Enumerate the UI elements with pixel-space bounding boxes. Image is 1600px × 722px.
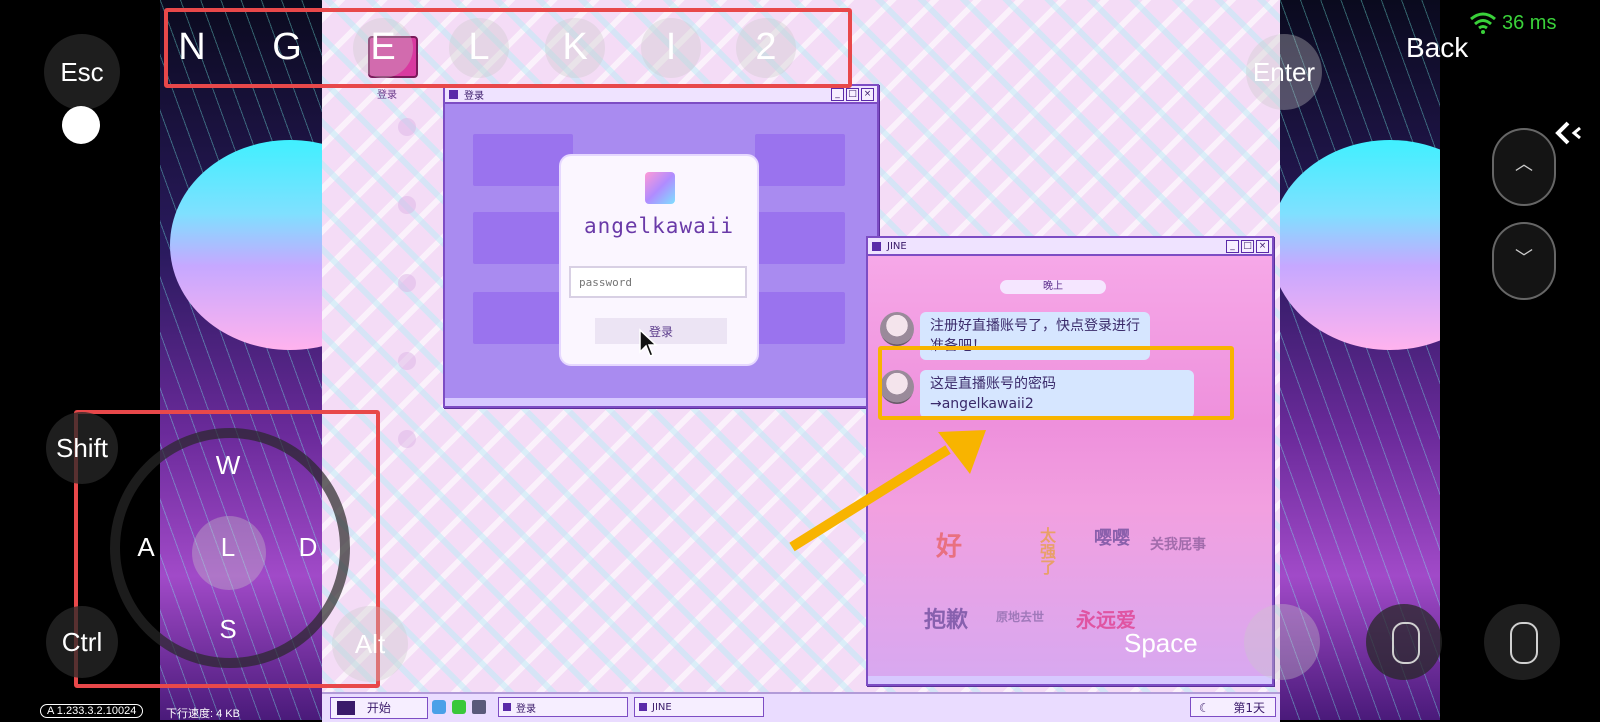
password-message-highlight [878, 346, 1234, 420]
avatar [880, 312, 914, 346]
faint-desktop-icon[interactable] [398, 274, 416, 292]
hotkey-l[interactable]: L [449, 26, 509, 69]
joystick-center-label: L [220, 532, 236, 562]
taskbar-task-label: 登录 [516, 703, 536, 715]
chevron-up-icon: ︿ [1515, 154, 1533, 175]
left-click-button[interactable] [1366, 604, 1442, 680]
wifi-icon [1470, 12, 1496, 34]
time-chip: 晚上 [1000, 280, 1106, 294]
login-window-title: 登录 [464, 90, 484, 102]
hotkey-2[interactable]: 2 [736, 26, 796, 69]
mouse-cursor-icon [639, 328, 658, 357]
avatar [645, 172, 675, 204]
jine-window-titlebar[interactable]: JINE _ □ × [868, 238, 1272, 256]
sticker[interactable]: 好 [936, 526, 962, 563]
sticker[interactable]: 太强了 [1040, 528, 1060, 576]
right-click-button[interactable] [1484, 604, 1560, 680]
taskbar-task-login[interactable]: 登录 [498, 697, 628, 717]
hotkey-k[interactable]: K [545, 26, 605, 69]
hotkey-e[interactable]: E [353, 26, 413, 69]
space-button[interactable]: Space [1124, 628, 1198, 659]
sticker[interactable]: 原地去世 [996, 608, 1044, 625]
arrow-head-icon [938, 430, 986, 474]
quick-launch-twitter-icon[interactable] [432, 700, 446, 714]
close-button[interactable]: × [861, 87, 874, 101]
sticker-panel: 好 太强了 嘤嘤 关我屁事 抱歉 原地去世 永远爱 [868, 516, 1272, 676]
joystick-right-label: D [298, 532, 318, 562]
login-window-body: angelkawaii 登录 [445, 104, 877, 398]
login-window: 登录 _ □ × angelkawaii 登录 [443, 84, 879, 408]
day-indicator: ☾ 第1天 [1190, 697, 1276, 717]
minimize-button[interactable]: _ [1226, 239, 1239, 253]
close-button[interactable]: × [1256, 239, 1269, 253]
moon-icon: ☾ [1199, 701, 1210, 715]
start-icon [337, 701, 355, 715]
window-icon [449, 89, 458, 99]
faint-desktop-icon[interactable] [398, 118, 416, 136]
window-icon [503, 703, 511, 711]
joystick-up-label: W [215, 450, 241, 480]
joystick-left-label: A [137, 532, 155, 562]
jine-window-title: JINE [887, 240, 907, 252]
shift-button[interactable]: Shift [46, 412, 118, 484]
start-button-label: 开始 [366, 701, 391, 715]
mouse-icon [1510, 622, 1538, 664]
enter-button[interactable]: Enter [1246, 34, 1322, 110]
taskbar-task-jine[interactable]: JINE [634, 697, 764, 717]
login-button[interactable]: 登录 [595, 318, 727, 344]
download-speed-text: 下行速度: 4 KB [166, 708, 240, 720]
password-input[interactable] [569, 266, 747, 298]
sticker[interactable]: 抱歉 [924, 602, 968, 634]
login-desktop-icon-label: 登录 [377, 90, 397, 101]
space-bg [1244, 604, 1320, 680]
mouse-icon [1392, 622, 1420, 664]
day-label: 第1天 [1233, 701, 1265, 715]
joystick-down-label: S [219, 614, 237, 644]
sticker[interactable]: 嘤嘤 [1094, 524, 1130, 550]
login-card: angelkawaii 登录 [561, 156, 757, 364]
taskbar: 开始 登录 JINE ☾ 第1天 [322, 692, 1280, 722]
chevron-down-icon: ﹀ [1515, 248, 1533, 269]
login-username: angelkawaii [583, 214, 735, 238]
quick-launch-monitor-icon[interactable] [472, 700, 486, 714]
taskbar-task-label: JINE [652, 701, 672, 713]
start-button[interactable]: 开始 [330, 697, 428, 719]
window-icon [872, 241, 881, 251]
sun-graphic [1280, 140, 1440, 350]
scroll-down-button[interactable]: ﹀ [1492, 222, 1556, 300]
quick-launch-chat-icon[interactable] [452, 700, 466, 714]
esc-button[interactable]: Esc [44, 34, 120, 110]
ping-text: 36 ms [1502, 12, 1557, 34]
ctrl-button[interactable]: Ctrl [46, 606, 118, 678]
message-text: 注册好直播账号了，快点登录进行 [930, 318, 1140, 334]
sticker[interactable]: 关我屁事 [1150, 534, 1206, 554]
login-window-titlebar[interactable]: 登录 _ □ × [445, 86, 877, 104]
back-button[interactable]: Back [1406, 32, 1468, 64]
hotkey-n[interactable]: N [162, 26, 222, 69]
hotkey-i[interactable]: I [641, 26, 701, 69]
scroll-up-button[interactable]: ︿ [1492, 128, 1556, 206]
hotkey-g[interactable]: G [257, 26, 317, 69]
faint-desktop-icon[interactable] [398, 352, 416, 370]
alt-button[interactable]: Alt [332, 606, 408, 682]
minimize-button[interactable]: _ [831, 87, 844, 101]
maximize-button[interactable]: □ [1241, 239, 1254, 253]
collapse-icon[interactable] [1554, 120, 1584, 146]
window-icon [639, 703, 647, 711]
faint-desktop-icon[interactable] [398, 430, 416, 448]
maximize-button[interactable]: □ [846, 87, 859, 101]
white-dot-button[interactable] [62, 106, 100, 144]
faint-desktop-icon[interactable] [398, 196, 416, 214]
version-badge: A 1.233.3.2.10024 [40, 704, 144, 718]
